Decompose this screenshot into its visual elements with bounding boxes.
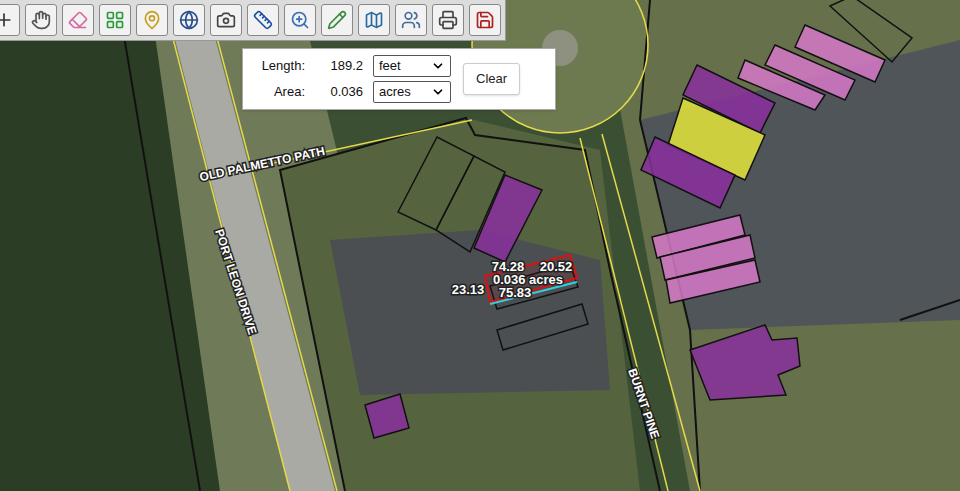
pin-icon xyxy=(142,10,162,30)
pan-hand-icon xyxy=(31,10,51,30)
tool-button[interactable] xyxy=(0,4,20,36)
chevron-down-icon xyxy=(431,59,445,73)
chevron-down-icon xyxy=(431,85,445,99)
unit-select[interactable]: feet xyxy=(373,55,451,77)
gis-viewer: 74.2820.5223.1375.830.036 acresOLD PALME… xyxy=(0,0,960,491)
toolbar xyxy=(0,0,506,41)
area-label: 0.036 acres xyxy=(493,272,563,287)
measured-area xyxy=(485,255,577,302)
select-grid-icon xyxy=(105,10,125,30)
tool-button[interactable] xyxy=(284,4,316,36)
parcel-line xyxy=(900,300,960,320)
building[interactable] xyxy=(690,325,800,400)
people-icon xyxy=(401,10,421,30)
globe-icon xyxy=(179,10,199,30)
side-length-label: 23.13 xyxy=(452,282,485,297)
pencil-icon xyxy=(327,10,347,30)
side-length-label: 75.83 xyxy=(499,285,532,300)
tool-button[interactable] xyxy=(136,4,168,36)
measure-label: Area: xyxy=(253,82,305,102)
eraser-icon xyxy=(68,10,88,30)
measure-row: Area: 0.036 acres xyxy=(253,81,451,103)
building[interactable] xyxy=(474,175,542,262)
east-parking xyxy=(640,40,960,330)
parcel-line xyxy=(118,0,200,491)
building[interactable] xyxy=(497,304,588,350)
parcel-line xyxy=(280,118,660,491)
building[interactable] xyxy=(666,260,760,303)
tool-button[interactable] xyxy=(395,4,427,36)
imagery xyxy=(0,0,960,491)
road-label: PORT LEON DRIVE xyxy=(212,227,259,336)
measure-value: 0.036 xyxy=(315,82,363,102)
road-label: OLD PALMETTO PATH xyxy=(198,144,326,184)
measure-ruler-icon xyxy=(253,10,273,30)
measure-panel: Length: 189.2 feet Area: 0.036 acres Clear xyxy=(242,48,556,110)
tool-button[interactable] xyxy=(99,4,131,36)
measure-label: Length: xyxy=(253,56,305,76)
measure-row: Length: 189.2 feet xyxy=(253,55,451,77)
tool-button[interactable] xyxy=(173,4,205,36)
site-parking xyxy=(330,230,610,395)
tool-button[interactable] xyxy=(247,4,279,36)
unit-select[interactable]: acres xyxy=(373,81,451,103)
tool-button[interactable] xyxy=(25,4,57,36)
building[interactable] xyxy=(738,60,825,110)
tool-button[interactable] xyxy=(210,4,242,36)
map-icon xyxy=(364,10,384,30)
tool-button[interactable] xyxy=(432,4,464,36)
tool-button[interactable] xyxy=(358,4,390,36)
building[interactable] xyxy=(365,394,409,438)
building[interactable] xyxy=(830,0,912,62)
building[interactable] xyxy=(398,137,474,230)
zoom-in-icon xyxy=(0,10,14,30)
printer-icon xyxy=(438,10,458,30)
building[interactable] xyxy=(641,137,735,208)
tool-button[interactable] xyxy=(469,4,501,36)
clear-button[interactable]: Clear xyxy=(463,63,520,95)
camera-icon xyxy=(216,10,236,30)
tool-button[interactable] xyxy=(62,4,94,36)
road-label: BURNT PINE xyxy=(625,367,662,441)
magnifier-icon xyxy=(290,10,310,30)
east-grass xyxy=(600,0,960,491)
measure-value: 189.2 xyxy=(315,56,363,76)
save-icon xyxy=(475,10,495,30)
tool-button[interactable] xyxy=(321,4,353,36)
road-line xyxy=(580,138,668,491)
